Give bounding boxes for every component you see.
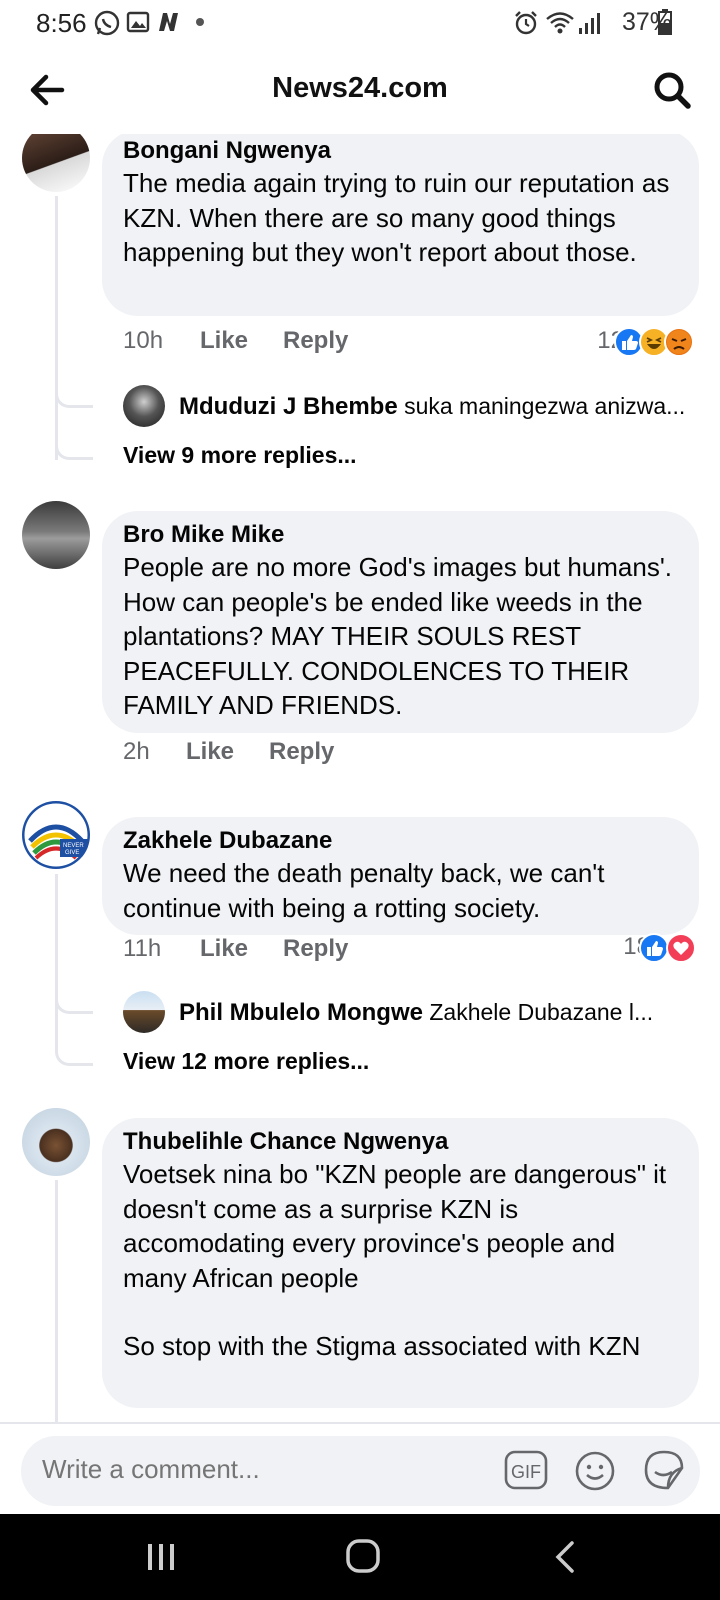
home-icon[interactable] — [345, 1538, 381, 1574]
reply-button[interactable]: Reply — [283, 324, 348, 358]
reactions[interactable]: 12 — [540, 324, 700, 358]
signal-icon — [579, 13, 600, 34]
back-icon[interactable] — [553, 1540, 577, 1574]
comment-author[interactable]: Bro Mike Mike — [123, 520, 679, 550]
reply-author[interactable]: Phil Mbulelo Mongwe — [179, 999, 423, 1026]
comment-bubble[interactable]: Bro Mike Mike People are no more God's i… — [102, 511, 699, 733]
battery-icon — [658, 9, 672, 35]
thread-branch — [55, 392, 93, 408]
avatar[interactable] — [22, 501, 90, 569]
reply-avatar[interactable] — [123, 991, 165, 1033]
comment-text: People are no more God's images but huma… — [123, 552, 673, 720]
reply-author[interactable]: Mduduzi J Bhembe — [179, 393, 398, 420]
thread-line — [55, 874, 58, 1049]
comment-author[interactable]: Thubelihle Chance Ngwenya — [123, 1127, 679, 1157]
svg-text:NEVER: NEVER — [63, 843, 84, 849]
recent-apps-icon[interactable] — [146, 1542, 176, 1572]
sticker-icon[interactable] — [642, 1448, 686, 1492]
thread-branch — [55, 440, 93, 460]
like-button[interactable]: Like — [186, 735, 234, 769]
like-button[interactable]: Like — [200, 324, 248, 358]
thread-branch — [55, 1046, 93, 1066]
alarm-icon — [515, 11, 537, 35]
status-bar: 8:56 37% — [0, 0, 720, 46]
comment-author[interactable]: Zakhele Dubazane — [123, 826, 679, 856]
page-title: News24.com — [272, 72, 448, 104]
like-button[interactable]: Like — [200, 932, 248, 966]
reply-button[interactable]: Reply — [269, 735, 334, 769]
comments-list[interactable]: Bongani Ngwenya The media again trying t… — [0, 134, 720, 1422]
app-header: News24.com — [0, 46, 720, 134]
whatsapp-icon — [94, 10, 120, 36]
angry-reaction-icon — [664, 327, 694, 357]
view-more-replies[interactable]: View 9 more replies... — [123, 442, 357, 469]
thread-branch — [55, 998, 93, 1014]
emoji-icon[interactable] — [574, 1450, 616, 1492]
reply-avatar[interactable] — [123, 385, 165, 427]
svg-text:GIVE: GIVE — [65, 850, 79, 856]
news-app-icon — [159, 13, 178, 31]
search-icon[interactable] — [650, 68, 694, 112]
svg-text:GIF: GIF — [511, 1462, 541, 1482]
status-time: 8:56 — [36, 8, 87, 38]
composer-box[interactable]: GIF — [21, 1436, 700, 1506]
avatar[interactable]: NEVER GIVE — [22, 801, 90, 869]
love-reaction-icon — [666, 933, 696, 963]
reply-text: suka maningezwa anizwa... — [404, 393, 686, 419]
reply-button[interactable]: Reply — [283, 932, 348, 966]
comment-bubble[interactable]: Bongani Ngwenya The media again trying t… — [102, 134, 699, 316]
comment-bubble[interactable]: Zakhele Dubazane We need the death penal… — [102, 817, 699, 935]
avatar[interactable] — [22, 134, 90, 192]
reply-preview[interactable]: Mduduzi J Bhembe suka maningezwa anizwa.… — [179, 391, 699, 422]
comment-text: The media again trying to ruin our reput… — [123, 168, 670, 267]
system-nav-bar — [0, 1514, 720, 1600]
comment-time: 2h — [123, 738, 150, 765]
view-more-replies[interactable]: View 12 more replies... — [123, 1048, 369, 1075]
comment-text-paragraph: So stop with the Stigma associated with … — [123, 1331, 641, 1361]
comment-input[interactable] — [42, 1454, 462, 1485]
notification-dot-icon — [196, 18, 204, 26]
gif-icon[interactable]: GIF — [504, 1450, 548, 1490]
comment-text: Voetsek nina bo "KZN people are dangerou… — [123, 1159, 667, 1293]
avatar[interactable] — [22, 1108, 90, 1176]
gallery-icon — [126, 11, 150, 33]
reply-text: Zakhele Dubazane l... — [429, 999, 654, 1025]
comment-author[interactable]: Bongani Ngwenya — [123, 136, 679, 166]
reply-preview[interactable]: Phil Mbulelo Mongwe Zakhele Dubazane l..… — [179, 997, 699, 1028]
comment-time: 11h — [123, 935, 162, 962]
wifi-icon — [546, 12, 574, 34]
comment-time: 10h — [123, 327, 164, 354]
reactions[interactable]: 18 — [570, 930, 700, 964]
comment-composer: GIF — [0, 1422, 720, 1514]
thread-line — [55, 196, 58, 460]
comment-bubble[interactable]: Thubelihle Chance Ngwenya Voetsek nina b… — [102, 1118, 699, 1408]
thread-line — [55, 1180, 58, 1422]
comment-text: We need the death penalty back, we can't… — [123, 858, 605, 923]
like-reaction-icon — [639, 933, 669, 963]
